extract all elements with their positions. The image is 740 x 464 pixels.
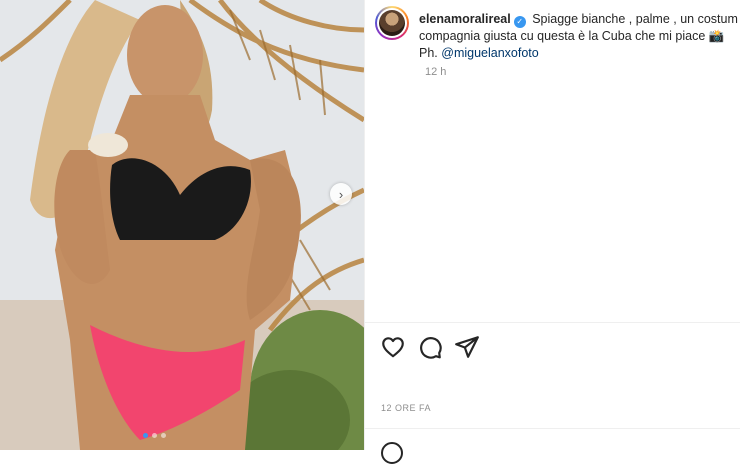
username-link[interactable]: elenamoralireal (419, 12, 511, 26)
mention-link[interactable]: @miguelanxofoto (441, 46, 538, 60)
carousel-dot (161, 433, 166, 438)
caption-line-3-prefix: Ph. (419, 46, 442, 60)
caption: elenamoralireal ✓ Spiagge bianche , palme… (375, 6, 740, 62)
emoji-icon[interactable] (381, 442, 403, 464)
post-details-panel: elenamoralireal ✓ Spiagge bianche , palme… (364, 0, 740, 464)
post-actions (380, 334, 480, 360)
carousel-indicator (143, 433, 166, 438)
caption-text: elenamoralireal ✓ Spiagge bianche , palme… (419, 11, 738, 62)
comment-icon[interactable] (417, 334, 443, 360)
post-media[interactable]: › (0, 0, 364, 450)
share-icon[interactable] (454, 334, 480, 360)
divider (365, 428, 740, 429)
chevron-right-icon: › (338, 186, 344, 202)
caption-timestamp: 12 h (425, 66, 447, 78)
divider (365, 322, 740, 323)
caption-line-2: compagnia giusta cu questa è la Cuba che… (419, 29, 725, 43)
post-date: 12 ORE FA (381, 403, 432, 413)
verified-badge-icon: ✓ (513, 16, 526, 28)
post-photo (0, 0, 364, 450)
avatar[interactable] (375, 6, 409, 40)
avatar-image (379, 10, 405, 36)
carousel-dot (152, 433, 157, 438)
carousel-dot (143, 433, 148, 438)
carousel-next-button[interactable]: › (330, 183, 352, 205)
caption-line-1: Spiagge bianche , palme , un costum (532, 12, 738, 26)
heart-icon[interactable] (380, 334, 406, 360)
